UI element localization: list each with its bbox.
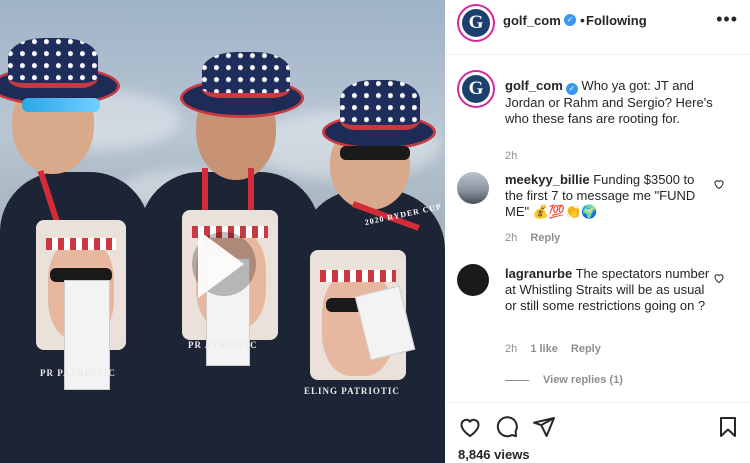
fan-left-shirt-text: PR PATRIOTIC	[40, 368, 116, 378]
heart-icon[interactable]	[458, 415, 482, 439]
view-count[interactable]: 8,846 views	[458, 447, 530, 462]
avatar[interactable]: G	[459, 72, 493, 106]
comment-time[interactable]: 2h	[505, 232, 517, 244]
post-side-panel: G golf_com ✓ • Following ••• G golf_com ✓…	[445, 0, 750, 463]
comments-section[interactable]: G golf_com ✓ Who ya got: JT and Jordan or…	[445, 56, 750, 402]
fan-right: 2020 RYDER CUP ELING PATRIOTIC	[300, 0, 445, 463]
view-replies-button[interactable]: View replies (1)	[505, 374, 623, 386]
heart-icon[interactable]	[713, 272, 725, 284]
play-icon[interactable]	[192, 230, 256, 298]
avatar[interactable]: G	[459, 6, 493, 40]
comment-text-block: meekyy_billie Funding $3500 to the first…	[505, 172, 713, 220]
avatar-logo: G	[462, 75, 490, 103]
heart-icon[interactable]	[713, 178, 725, 190]
comment-icon[interactable]	[495, 415, 519, 439]
post-header: G golf_com ✓ • Following •••	[445, 0, 750, 55]
fan-left-hat-crown	[8, 38, 98, 88]
more-options-icon[interactable]: •••	[716, 9, 738, 30]
avatar-logo: G	[462, 9, 490, 37]
fan-center-shirt-text: PR ATRIOTIC	[188, 340, 258, 350]
comment-username[interactable]: meekyy_billie	[505, 172, 590, 187]
fan-left-sunglasses	[22, 98, 100, 112]
following-button[interactable]: Following	[586, 13, 647, 28]
fan-left: PR PATRIOTIC	[0, 0, 160, 463]
fan-right-hat-crown	[340, 80, 420, 130]
avatar[interactable]	[457, 264, 489, 296]
fan-right-shirt-text: ELING PATRIOTIC	[304, 386, 400, 396]
comment-username[interactable]: lagranurbe	[505, 266, 572, 281]
reply-button[interactable]: Reply	[571, 343, 601, 355]
caption-time[interactable]: 2h	[505, 150, 517, 162]
follow-separator: •	[580, 12, 585, 28]
fan-right-sunglasses	[340, 146, 410, 160]
post-video[interactable]: PR PATRIOTIC PR ATRIOTIC 2020 RYDER CUP	[0, 0, 445, 463]
divider	[505, 379, 529, 381]
comment-text-block: lagranurbe The spectators number at Whis…	[505, 266, 713, 314]
caption-meta: 2h	[505, 150, 527, 162]
avatar[interactable]	[457, 172, 489, 204]
reply-button[interactable]: Reply	[530, 232, 560, 244]
comment-time[interactable]: 2h	[505, 343, 517, 355]
verified-badge-icon: ✓	[564, 14, 576, 26]
view-replies-label: View replies (1)	[543, 374, 623, 386]
fan-center-hat-crown	[202, 52, 290, 98]
caption-text-block: golf_com ✓ Who ya got: JT and Jordan or R…	[505, 78, 720, 127]
comment-meta: 2h Reply	[505, 232, 570, 244]
comment-likes[interactable]: 1 like	[530, 343, 558, 355]
share-icon[interactable]	[532, 415, 556, 439]
verified-badge-icon: ✓	[565, 83, 578, 95]
comment-meta: 2h 1 like Reply	[505, 343, 611, 355]
header-username[interactable]: golf_com	[503, 13, 561, 28]
action-bar: 8,846 views	[445, 402, 750, 463]
bookmark-icon[interactable]	[716, 415, 740, 439]
caption-username[interactable]: golf_com	[505, 78, 563, 93]
